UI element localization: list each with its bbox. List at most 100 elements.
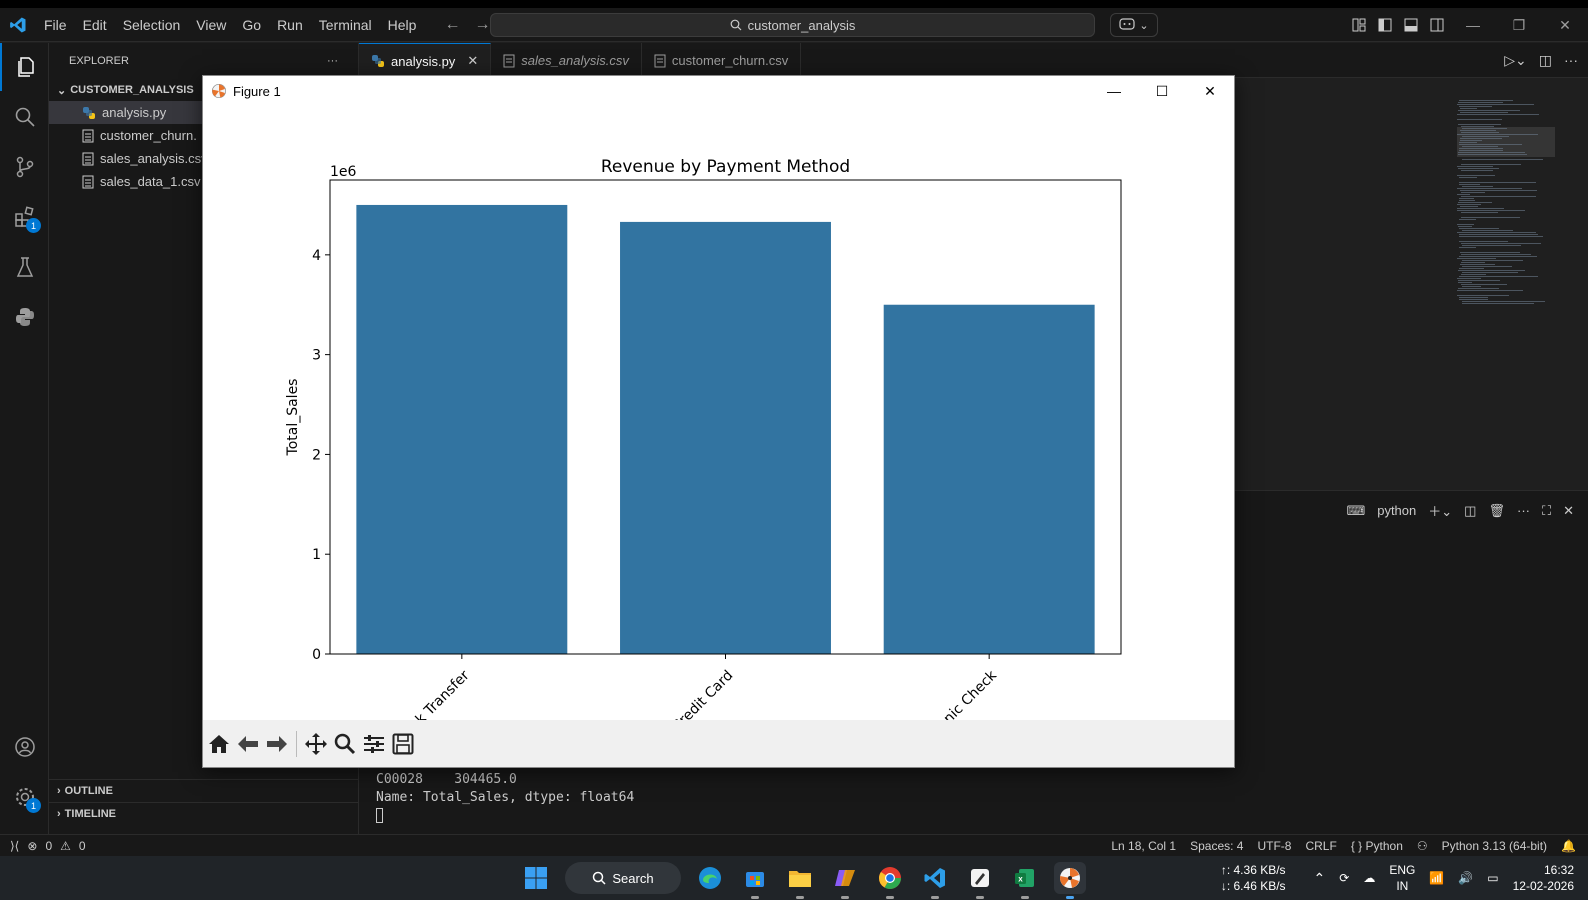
forward-arrow-icon[interactable] [265, 730, 289, 758]
network-speed: ↑: 4.36 KB/s ↓: 6.46 KB/s [1221, 862, 1286, 894]
search-icon[interactable] [0, 93, 49, 141]
figure-canvas[interactable]: 0 1 2 3 4 nk Transfer Credit Card onic Check Rev… [203, 106, 1234, 720]
vscode-app-icon[interactable] [919, 862, 951, 899]
accounts-icon[interactable] [0, 723, 49, 771]
copilot-app-icon[interactable] [829, 862, 861, 899]
excel-app-icon[interactable]: x [1009, 862, 1041, 899]
minimap-line [1457, 258, 1496, 259]
command-center-search[interactable]: customer_analysis [490, 13, 1095, 37]
toggle-secondary-sidebar-icon[interactable] [1424, 8, 1450, 42]
file-explorer-icon[interactable] [784, 862, 816, 899]
minimap-line [1462, 159, 1543, 160]
minimap-line [1458, 168, 1499, 169]
toggle-panel-icon[interactable] [1398, 8, 1424, 42]
forward-arrow-icon[interactable]: → [474, 16, 490, 34]
run-play-icon[interactable]: ▷⌄ [1504, 52, 1527, 69]
remote-icon[interactable]: ⟩⟨ [10, 839, 19, 853]
language-indicator[interactable]: ENG IN [1389, 862, 1415, 894]
notepad-app-icon[interactable] [964, 862, 996, 899]
tab-analysis-py[interactable]: analysis.py ✕ [359, 43, 492, 78]
copilot-status-icon[interactable]: ⚇ [1417, 839, 1428, 853]
home-icon[interactable] [207, 730, 231, 758]
cursor-position[interactable]: Ln 18, Col 1 [1111, 839, 1176, 853]
notifications-bell-icon[interactable]: 🔔 [1561, 839, 1576, 853]
tab-sales-analysis-csv[interactable]: sales_analysis.csv [491, 43, 642, 78]
explorer-icon[interactable] [0, 43, 49, 91]
trash-icon[interactable]: 🗑 [1488, 503, 1505, 519]
minimap[interactable] [1455, 100, 1555, 310]
menu-selection[interactable]: Selection [115, 17, 189, 33]
save-figure-icon[interactable] [391, 730, 415, 758]
clock[interactable]: 16:32 12-02-2026 [1513, 862, 1574, 894]
battery-icon[interactable]: ▭ [1487, 871, 1498, 885]
minimap-line [1461, 164, 1521, 165]
more-actions-icon[interactable]: ··· [1564, 52, 1578, 69]
sync-icon[interactable]: ⟳ [1339, 871, 1349, 885]
tab-customer-churn-csv[interactable]: customer_churn.csv [642, 43, 802, 78]
encoding[interactable]: UTF-8 [1257, 839, 1291, 853]
back-arrow-icon[interactable] [236, 730, 260, 758]
zoom-magnifier-icon[interactable] [333, 730, 357, 758]
minimap-line [1457, 104, 1534, 105]
language-mode[interactable]: { } Python [1351, 839, 1403, 853]
minimap-line [1461, 126, 1494, 127]
chart-bar [620, 221, 831, 655]
minimap-line [1462, 303, 1534, 304]
extensions-icon[interactable]: 1 [0, 193, 49, 241]
more-actions-icon[interactable]: ··· [327, 55, 338, 67]
chrome-browser-icon[interactable] [874, 862, 906, 899]
error-count[interactable]: 0 [45, 839, 52, 853]
customize-layout-icon[interactable] [1346, 8, 1372, 42]
menu-view[interactable]: View [188, 17, 234, 33]
indentation[interactable]: Spaces: 4 [1190, 839, 1243, 853]
line-ending[interactable]: CRLF [1305, 839, 1336, 853]
testing-flask-icon[interactable] [0, 243, 49, 291]
wifi-icon[interactable]: 📶 [1429, 871, 1444, 885]
minimap-line [1461, 243, 1541, 244]
terminal-name[interactable]: python [1377, 503, 1416, 518]
microsoft-store-icon[interactable] [739, 862, 771, 899]
matplotlib-app-icon[interactable] [1054, 862, 1086, 899]
back-arrow-icon[interactable]: ← [444, 16, 460, 34]
toggle-sidebar-icon[interactable] [1372, 8, 1398, 42]
y-tick-label: 1 [312, 547, 321, 563]
minimap-line [1457, 194, 1470, 195]
chevron-up-icon[interactable]: ⌃ [1314, 870, 1326, 887]
restore-icon[interactable]: ❐ [1496, 8, 1542, 42]
taskbar-search[interactable]: Search [565, 862, 681, 894]
menu-file[interactable]: File [36, 17, 75, 33]
minimize-icon[interactable]: — [1090, 76, 1138, 106]
file-icon [82, 129, 94, 142]
split-terminal-icon[interactable]: ◫ [1464, 503, 1476, 519]
minimize-icon[interactable]: — [1450, 8, 1496, 42]
maximize-panel-icon[interactable]: ⛶ [1542, 503, 1551, 519]
menu-terminal[interactable]: Terminal [311, 17, 380, 33]
minimap-line [1462, 286, 1481, 287]
close-panel-icon[interactable]: ✕ [1563, 503, 1574, 519]
manage-gear-icon[interactable]: 1 [0, 773, 49, 821]
menu-help[interactable]: Help [380, 17, 425, 33]
split-editor-icon[interactable]: ◫ [1539, 52, 1552, 69]
warning-count[interactable]: 0 [79, 839, 86, 853]
edge-browser-icon[interactable] [694, 862, 726, 894]
menu-edit[interactable]: Edit [75, 17, 115, 33]
close-icon[interactable]: ✕ [1186, 76, 1234, 106]
tab-close-icon[interactable]: ✕ [467, 53, 478, 69]
menu-go[interactable]: Go [234, 17, 269, 33]
timeline-section[interactable]: › TIMELINE [49, 802, 359, 824]
new-terminal-icon[interactable]: ＋⌄ [1428, 501, 1452, 520]
pan-move-icon[interactable] [304, 730, 328, 758]
maximize-icon[interactable]: ☐ [1138, 76, 1186, 106]
menu-run[interactable]: Run [269, 17, 311, 33]
volume-icon[interactable]: 🔊 [1458, 871, 1473, 885]
copilot-button[interactable]: ⌄ [1110, 13, 1158, 37]
outline-section[interactable]: › OUTLINE [49, 779, 359, 801]
more-actions-icon[interactable]: ··· [1517, 503, 1530, 518]
source-control-icon[interactable] [0, 143, 49, 191]
close-icon[interactable]: ✕ [1542, 8, 1588, 42]
python-icon[interactable] [0, 293, 49, 341]
configure-subplots-icon[interactable] [362, 730, 386, 758]
windows-start-icon[interactable] [520, 862, 552, 894]
python-interpreter[interactable]: Python 3.13 (64-bit) [1442, 839, 1547, 853]
onedrive-cloud-icon[interactable]: ☁ [1363, 871, 1375, 885]
